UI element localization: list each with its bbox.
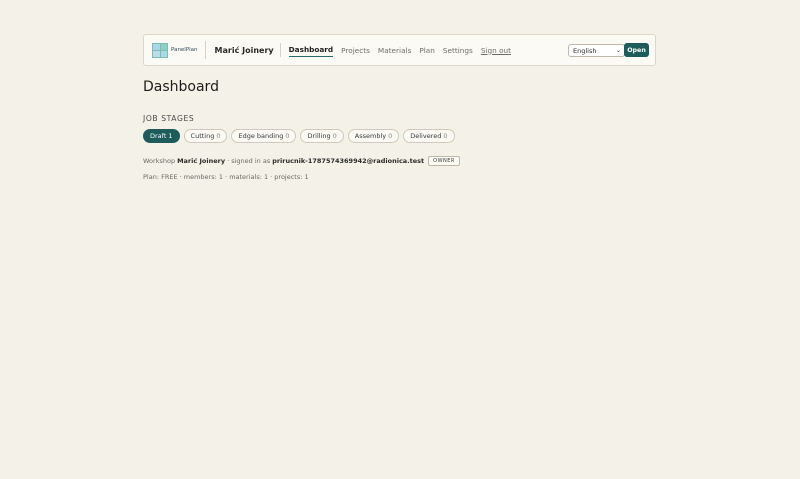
top-navigation-bar: PanelPlan Marić Joinery Dashboard Projec…	[143, 34, 656, 66]
language-select[interactable]: English ⌄	[568, 44, 625, 57]
stage-pill-drilling[interactable]: Drilling 0	[300, 129, 344, 143]
nav-settings[interactable]: Settings	[443, 44, 473, 57]
stage-pill-delivered[interactable]: Delivered 0	[403, 129, 455, 143]
stage-count: 1	[168, 132, 173, 140]
workshop-name-info: Marić Joinery	[177, 157, 226, 165]
stage-count: 0	[443, 132, 448, 140]
stage-label: Delivered	[410, 132, 442, 140]
stage-pill-cutting[interactable]: Cutting 0	[183, 129, 228, 143]
job-stages-filter: Draft 1 Cutting 0 Edge banding 0 Drillin…	[143, 129, 459, 143]
nav-materials[interactable]: Materials	[378, 44, 411, 57]
language-select-value: English	[573, 46, 597, 55]
panelplan-logo-icon	[152, 42, 168, 58]
stage-pill-edge-banding[interactable]: Edge banding 0	[231, 129, 297, 143]
page-title: Dashboard	[143, 79, 219, 95]
stage-count: 0	[216, 132, 221, 140]
divider	[279, 43, 281, 57]
workshop-name: Marić Joinery	[214, 45, 274, 55]
stage-label: Draft	[150, 132, 167, 140]
stage-label: Edge banding	[238, 132, 284, 140]
stage-count: 0	[332, 132, 337, 140]
workshop-prefix: Workshop	[143, 157, 176, 165]
stage-count: 0	[285, 132, 290, 140]
user-email: prirucnik-1787574369942@radionica.test	[272, 157, 425, 165]
signed-in-text: · signed in as	[227, 157, 271, 165]
nav-dashboard[interactable]: Dashboard	[288, 43, 334, 57]
job-stages-heading: JOB STAGES	[143, 114, 195, 123]
nav-projects[interactable]: Projects	[341, 44, 370, 57]
stage-pill-draft[interactable]: Draft 1	[143, 129, 180, 143]
stage-pill-assembly[interactable]: Assembly 0	[347, 129, 400, 143]
brand-name: PanelPlan	[171, 47, 198, 53]
session-info-line: Workshop Marić Joinery · signed in as pr…	[143, 156, 460, 166]
stage-count: 0	[388, 132, 393, 140]
role-badge: OWNER	[428, 156, 460, 166]
stage-label: Cutting	[190, 132, 215, 140]
brand[interactable]: PanelPlan	[152, 42, 198, 58]
plan-summary-line: Plan: FREE · members: 1 · materials: 1 ·…	[143, 173, 309, 181]
main-nav: Dashboard Projects Materials Plan Settin…	[288, 35, 519, 65]
chevron-down-icon: ⌄	[615, 47, 621, 54]
divider	[204, 41, 206, 59]
sign-out-link[interactable]: Sign out	[481, 44, 511, 57]
stage-label: Assembly	[354, 132, 387, 140]
open-button[interactable]: Open	[624, 43, 649, 57]
nav-plan[interactable]: Plan	[419, 44, 435, 57]
stage-label: Drilling	[307, 132, 331, 140]
